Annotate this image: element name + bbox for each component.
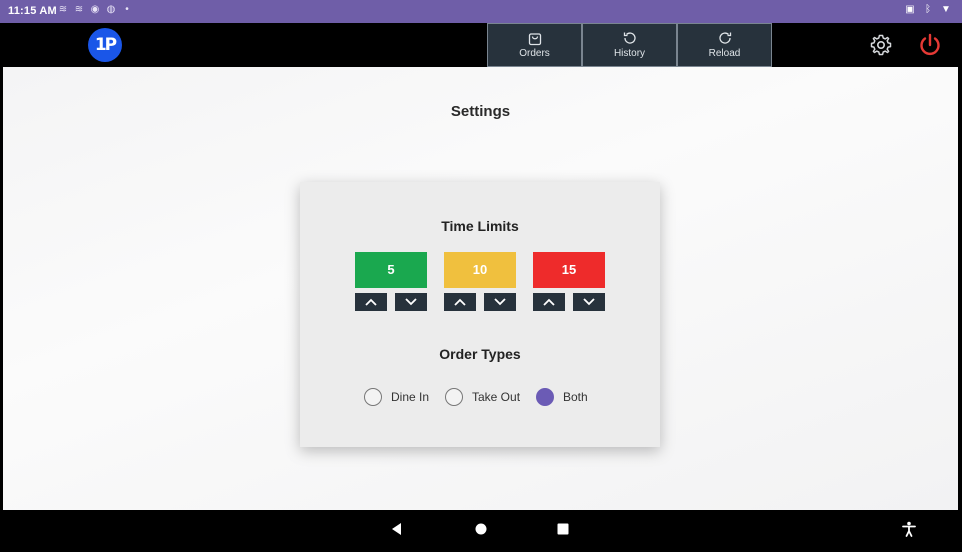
status-bar: 11:15 AM ≋ ≋ ◉ ◍ • ▣ ᛒ ▼ bbox=[0, 0, 962, 23]
status-time: 11:15 AM bbox=[8, 5, 57, 17]
yellow-increase-button[interactable] bbox=[444, 293, 476, 311]
radio-circle[interactable] bbox=[445, 388, 463, 406]
status-left-icons: ≋ ≋ ◉ ◍ • bbox=[57, 4, 133, 16]
chevron-down-icon bbox=[583, 298, 595, 306]
tab-history[interactable]: History bbox=[582, 23, 677, 67]
red-decrease-button[interactable] bbox=[573, 293, 605, 311]
sync-icon: ≋ bbox=[74, 4, 84, 15]
time-limit-green: 5 bbox=[355, 252, 427, 288]
tab-reload-label: Reload bbox=[708, 48, 741, 59]
order-types-title: Order Types bbox=[439, 346, 521, 362]
radio-label: Take Out bbox=[472, 390, 521, 404]
radio-label: Both bbox=[563, 390, 588, 404]
location-icon: ◉ bbox=[90, 4, 100, 15]
accessibility-icon[interactable] bbox=[900, 520, 918, 538]
reload-icon bbox=[718, 32, 731, 44]
chevron-up-icon bbox=[543, 298, 555, 306]
status-right-icons: ▣ ᛒ ▼ bbox=[904, 4, 952, 16]
time-limits-title: Time Limits bbox=[441, 218, 519, 234]
tab-orders[interactable]: Orders bbox=[487, 23, 582, 67]
chevron-up-icon bbox=[365, 298, 377, 306]
system-nav-bar bbox=[0, 510, 962, 552]
tab-history-label: History bbox=[613, 48, 646, 59]
chevron-down-icon bbox=[405, 298, 417, 306]
dot-icon: • bbox=[125, 4, 129, 15]
tab-orders-label: Orders bbox=[519, 48, 550, 59]
radio-circle-checked[interactable] bbox=[536, 388, 554, 406]
settings-card: Time Limits 5 10 15 Order Types Dine In … bbox=[300, 182, 660, 447]
yellow-decrease-button[interactable] bbox=[484, 293, 516, 311]
page-title: Settings bbox=[450, 103, 511, 120]
order-type-radio-group: Dine In Take Out Both bbox=[300, 387, 660, 407]
power-icon[interactable] bbox=[917, 32, 943, 58]
radio-circle[interactable] bbox=[364, 388, 382, 406]
radio-take-out[interactable]: Take Out bbox=[445, 387, 520, 407]
app-logo: 1P bbox=[88, 28, 122, 62]
main-content: Settings Time Limits 5 10 15 Order Types bbox=[3, 67, 958, 510]
wifi-icon: ▼ bbox=[941, 4, 951, 15]
green-increase-button[interactable] bbox=[355, 293, 387, 311]
bluetooth-icon: ᛒ bbox=[925, 4, 931, 15]
time-limit-yellow: 10 bbox=[444, 252, 516, 288]
gear-icon[interactable] bbox=[869, 33, 893, 57]
red-increase-button[interactable] bbox=[533, 293, 565, 311]
data-saver-icon: ≋ bbox=[58, 4, 68, 15]
chevron-up-icon bbox=[454, 298, 466, 306]
app-header: 1P Orders History Reload bbox=[0, 23, 962, 67]
time-limit-red: 15 bbox=[533, 252, 605, 288]
radio-both[interactable]: Both bbox=[536, 387, 588, 407]
back-icon[interactable] bbox=[388, 520, 406, 538]
bag-icon bbox=[528, 33, 541, 46]
history-icon bbox=[623, 32, 636, 44]
vpn-icon: ◍ bbox=[106, 4, 116, 15]
green-decrease-button[interactable] bbox=[395, 293, 427, 311]
recents-icon[interactable] bbox=[554, 520, 572, 538]
radio-label: Dine In bbox=[391, 390, 430, 404]
home-icon[interactable] bbox=[472, 520, 490, 538]
cast-icon: ▣ bbox=[905, 4, 915, 15]
radio-dine-in[interactable]: Dine In bbox=[364, 387, 429, 407]
chevron-down-icon bbox=[494, 298, 506, 306]
tab-reload[interactable]: Reload bbox=[677, 23, 772, 67]
